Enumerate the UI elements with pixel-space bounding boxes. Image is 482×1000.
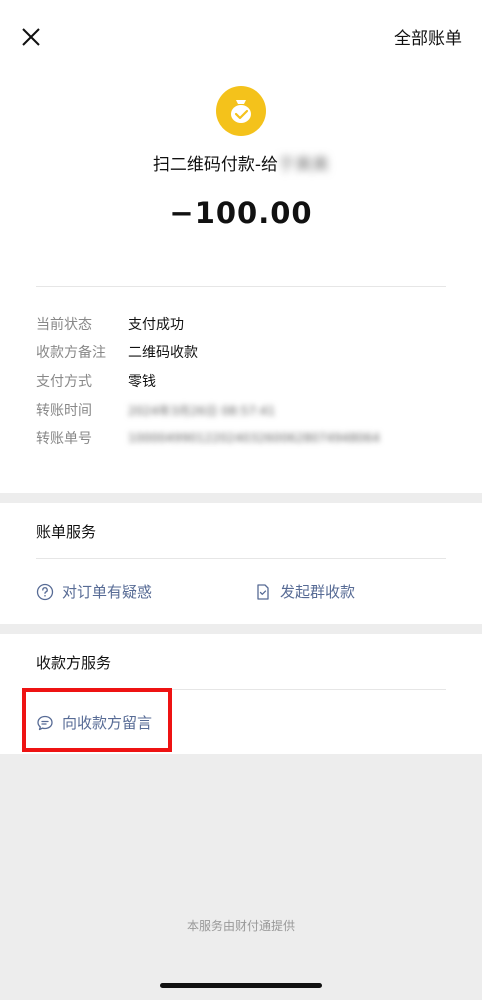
detail-label: 收款方备注 — [36, 345, 106, 361]
transaction-detail-panel: 全部账单 扫二维码付款-给于美美 −100.00 当前状态 支付成功 收款方备注… — [0, 0, 482, 493]
detail-value: 二维码收款 — [128, 345, 198, 361]
detail-value-blurred: 100004990122024032600628074948064 — [128, 431, 380, 445]
detail-label: 转账单号 — [36, 431, 92, 447]
order-question-link[interactable]: 对订单有疑惑 — [36, 581, 152, 602]
detail-value-blurred: 2024年3月26日 08:57:41 — [128, 403, 276, 418]
document-icon — [257, 583, 269, 600]
payee-name-blurred: 于美美 — [278, 155, 330, 175]
transaction-type: 扫二维码付款-给 — [152, 155, 279, 175]
detail-label: 转账时间 — [36, 403, 92, 419]
detail-label: 支付方式 — [36, 374, 92, 390]
transaction-title: 扫二维码付款-给于美美 — [0, 150, 482, 175]
detail-row-transfer-number: 转账单号 100004990122024032600628074948064 — [36, 428, 380, 448]
section-title: 账单服务 — [36, 523, 97, 541]
divider — [36, 558, 446, 559]
money-bag-icon — [216, 86, 266, 136]
highlight-box — [22, 688, 172, 752]
detail-label: 当前状态 — [36, 317, 92, 333]
transaction-amount: −100.00 — [169, 196, 313, 230]
link-label: 发起群收款 — [280, 583, 356, 601]
footer-note: 本服务由财付通提供 — [186, 919, 295, 933]
question-icon — [36, 583, 54, 600]
divider — [36, 286, 446, 287]
home-indicator[interactable] — [160, 983, 322, 988]
bill-services-section: 账单服务 对订单有疑惑 发起群收款 — [0, 503, 482, 624]
all-bills-link[interactable]: 全部账单 — [394, 24, 462, 49]
detail-row-payee-note: 收款方备注 二维码收款 — [36, 342, 198, 362]
detail-row-payment-method: 支付方式 零钱 — [36, 371, 156, 391]
close-icon[interactable] — [18, 24, 44, 50]
group-collect-link[interactable]: 发起群收款 — [254, 581, 355, 602]
detail-value: 零钱 — [128, 374, 156, 390]
section-title: 收款方服务 — [36, 654, 112, 672]
detail-row-transfer-time: 转账时间 2024年3月26日 08:57:41 — [36, 400, 275, 420]
link-label: 对订单有疑惑 — [62, 583, 153, 601]
detail-value: 支付成功 — [128, 317, 184, 333]
detail-row-status: 当前状态 支付成功 — [36, 314, 184, 334]
